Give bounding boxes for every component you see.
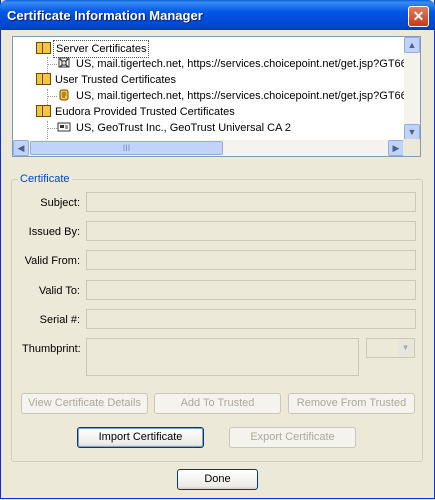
subject-field[interactable] <box>86 192 416 212</box>
cert-trusted-icon <box>59 89 69 101</box>
valid-from-label: Valid From: <box>24 255 80 267</box>
thumbprint-label: Thumbprint: <box>22 343 81 355</box>
certificate-tree[interactable]: Server Certificates US, mail.tigertech.n… <box>12 36 421 157</box>
valid-to-label: Valid To: <box>38 285 80 297</box>
tree-item-server-certificates[interactable]: Server Certificates <box>35 40 150 58</box>
tree-item-label: Eudora Provided Trusted Certificates <box>55 106 235 118</box>
scroll-right-button[interactable]: ▶ <box>388 140 404 156</box>
thumbprint-field[interactable] <box>86 338 359 376</box>
window-title: Certificate Information Manager <box>7 8 203 23</box>
valid-to-field[interactable] <box>86 280 416 300</box>
done-button[interactable]: Done <box>177 469 258 490</box>
serial-field[interactable] <box>86 309 416 329</box>
scroll-up-button[interactable]: ▲ <box>404 37 420 53</box>
chevron-down-icon[interactable]: ▼ <box>398 340 413 356</box>
book-icon <box>35 41 51 54</box>
valid-from-field[interactable] <box>86 250 416 270</box>
tree-item-label: User Trusted Certificates <box>55 74 177 86</box>
title-bar[interactable]: Certificate Information Manager ✕ <box>0 0 435 30</box>
subject-label: Subject: <box>40 197 80 209</box>
tree-item-user-trusted[interactable]: User Trusted Certificates <box>35 72 178 88</box>
scroll-down-button[interactable]: ▼ <box>404 124 420 140</box>
issued-by-label: Issued By: <box>28 226 80 238</box>
tree-connector <box>47 96 57 97</box>
tree-item-geotrust-cert[interactable]: US, GeoTrust Inc., GeoTrust Universal CA… <box>57 120 293 136</box>
tree-item-label: US, mail.tigertech.net, https://services… <box>76 58 420 70</box>
tree-connector <box>47 64 57 65</box>
certificate-group-title: Certificate <box>18 173 72 185</box>
close-button[interactable]: ✕ <box>408 6 429 27</box>
export-certificate-button[interactable]: Export Certificate <box>229 427 356 448</box>
remove-from-trusted-button[interactable]: Remove From Trusted <box>288 393 415 414</box>
tree-item-user-cert[interactable]: US, mail.tigertech.net, https://services… <box>57 88 420 104</box>
tree-connector <box>47 128 57 129</box>
cert-card-icon <box>57 122 71 132</box>
tree-item-label: US, mail.tigertech.net, https://services… <box>76 90 420 102</box>
cert-error-icon <box>58 57 70 68</box>
scrollbar-corner <box>403 139 420 156</box>
issued-by-field[interactable] <box>86 221 416 241</box>
tree-item-label: US, GeoTrust Inc., GeoTrust Universal CA… <box>76 122 291 134</box>
import-certificate-button[interactable]: Import Certificate <box>77 427 204 448</box>
scroll-thumb[interactable]: III <box>30 141 223 155</box>
tree-item-eudora-trusted[interactable]: Eudora Provided Trusted Certificates <box>35 104 237 120</box>
add-to-trusted-button[interactable]: Add To Trusted <box>154 393 281 414</box>
view-certificate-details-button[interactable]: View Certificate Details <box>21 393 148 414</box>
tree-item-server-cert[interactable]: US, mail.tigertech.net, https://services… <box>57 56 420 72</box>
tree-horizontal-scrollbar[interactable]: ◀ III ▶ <box>13 140 404 156</box>
scroll-left-button[interactable]: ◀ <box>13 140 29 156</box>
hash-select[interactable]: ▼ <box>366 338 415 358</box>
book-icon <box>35 72 51 85</box>
book-icon <box>35 104 51 117</box>
tree-vertical-scrollbar[interactable]: ▲ ▼ <box>404 37 420 140</box>
serial-label: Serial #: <box>39 314 80 326</box>
